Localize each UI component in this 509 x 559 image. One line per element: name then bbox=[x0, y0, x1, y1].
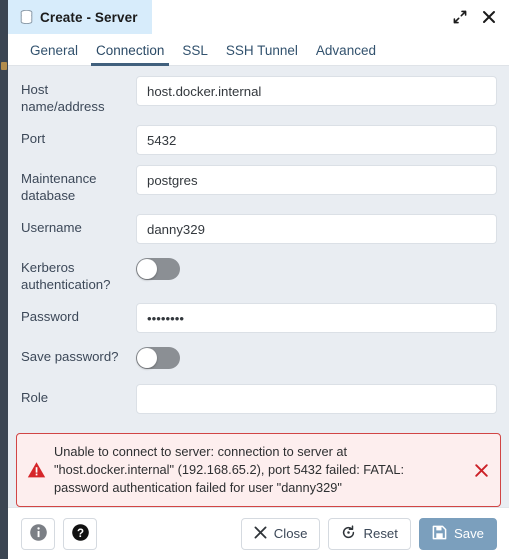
reset-icon bbox=[341, 524, 356, 543]
help-button[interactable]: ? bbox=[63, 517, 97, 550]
row-host: Host name/address bbox=[8, 76, 509, 115]
error-message-line-3: password authentication failed for user … bbox=[54, 480, 342, 495]
kerberos-label: Kerberos authentication? bbox=[21, 260, 111, 292]
row-username: Username bbox=[8, 214, 509, 244]
port-input[interactable] bbox=[136, 125, 497, 155]
dialog-title-label: Create - Server bbox=[40, 9, 138, 25]
tab-advanced[interactable]: Advanced bbox=[307, 43, 385, 65]
dialog-footer: ? Close Reset Save bbox=[8, 507, 509, 559]
save-icon bbox=[432, 525, 447, 543]
error-banner: Unable to connect to server: connection … bbox=[16, 433, 501, 507]
port-label: Port bbox=[21, 131, 46, 146]
kerberos-toggle-knob bbox=[137, 259, 157, 279]
maintenance-database-input[interactable] bbox=[136, 165, 497, 195]
save-password-control bbox=[136, 343, 497, 374]
port-control bbox=[136, 125, 497, 155]
save-password-toggle[interactable] bbox=[136, 347, 180, 369]
row-port: Port bbox=[8, 125, 509, 155]
tab-general[interactable]: General bbox=[21, 43, 87, 65]
background-app-sliver bbox=[0, 0, 8, 559]
save-password-toggle-knob bbox=[137, 348, 157, 368]
background-app-icon bbox=[1, 62, 7, 70]
row-role: Role bbox=[8, 384, 509, 414]
password-label: Password bbox=[21, 309, 79, 324]
username-label: Username bbox=[21, 220, 82, 235]
tab-ssh-tunnel[interactable]: SSH Tunnel bbox=[217, 43, 307, 65]
connection-form: Host name/address Port Maintenance datab… bbox=[8, 66, 509, 507]
close-icon bbox=[254, 526, 267, 542]
info-icon bbox=[29, 523, 48, 545]
error-close-icon[interactable] bbox=[470, 463, 492, 478]
database-icon bbox=[20, 10, 33, 24]
screen: Create - Server General Connection SSL S… bbox=[0, 0, 509, 559]
password-control bbox=[136, 303, 497, 333]
row-save-password: Save password? bbox=[8, 343, 509, 374]
kerberos-toggle[interactable] bbox=[136, 258, 180, 280]
dialog-title-tab[interactable]: Create - Server bbox=[8, 0, 152, 34]
error-message-line-1: Unable to connect to server: connection … bbox=[54, 444, 348, 459]
error-message: Unable to connect to server: connection … bbox=[54, 443, 470, 497]
password-input[interactable] bbox=[136, 303, 497, 333]
svg-text:?: ? bbox=[76, 527, 83, 539]
username-control bbox=[136, 214, 497, 244]
close-button[interactable]: Close bbox=[240, 517, 321, 550]
tab-ssl[interactable]: SSL bbox=[173, 43, 217, 65]
role-control bbox=[136, 384, 497, 414]
save-button[interactable]: Save bbox=[418, 517, 497, 550]
create-server-dialog: Create - Server General Connection SSL S… bbox=[8, 0, 509, 559]
role-input[interactable] bbox=[136, 384, 497, 414]
close-icon[interactable] bbox=[481, 10, 496, 25]
error-message-line-2: "host.docker.internal" (192.168.65.2), p… bbox=[54, 462, 405, 477]
expand-icon[interactable] bbox=[452, 10, 467, 25]
reset-button[interactable]: Reset bbox=[328, 517, 411, 550]
warning-triangle-icon bbox=[26, 461, 46, 479]
dialog-tabstrip: General Connection SSL SSH Tunnel Advanc… bbox=[8, 34, 509, 66]
row-maintenance-database: Maintenance database bbox=[8, 165, 509, 204]
dialog-titlebar: Create - Server bbox=[8, 0, 509, 34]
maintenance-database-control bbox=[136, 165, 497, 195]
host-label: Host name/address bbox=[21, 82, 105, 114]
tab-connection[interactable]: Connection bbox=[87, 43, 173, 66]
window-controls bbox=[452, 0, 509, 34]
host-input[interactable] bbox=[136, 76, 497, 106]
role-label: Role bbox=[21, 390, 49, 405]
maintenance-database-label: Maintenance database bbox=[21, 171, 97, 203]
help-icon: ? bbox=[71, 523, 90, 545]
save-password-label: Save password? bbox=[21, 349, 119, 364]
row-password: Password bbox=[8, 303, 509, 333]
info-button[interactable] bbox=[21, 517, 55, 550]
username-input[interactable] bbox=[136, 214, 497, 244]
save-button-label: Save bbox=[453, 526, 484, 541]
kerberos-control bbox=[136, 254, 497, 285]
row-kerberos: Kerberos authentication? bbox=[8, 254, 509, 293]
close-button-label: Close bbox=[273, 526, 308, 541]
host-control bbox=[136, 76, 497, 106]
reset-button-label: Reset bbox=[363, 526, 398, 541]
titlebar-spacer bbox=[152, 0, 452, 34]
